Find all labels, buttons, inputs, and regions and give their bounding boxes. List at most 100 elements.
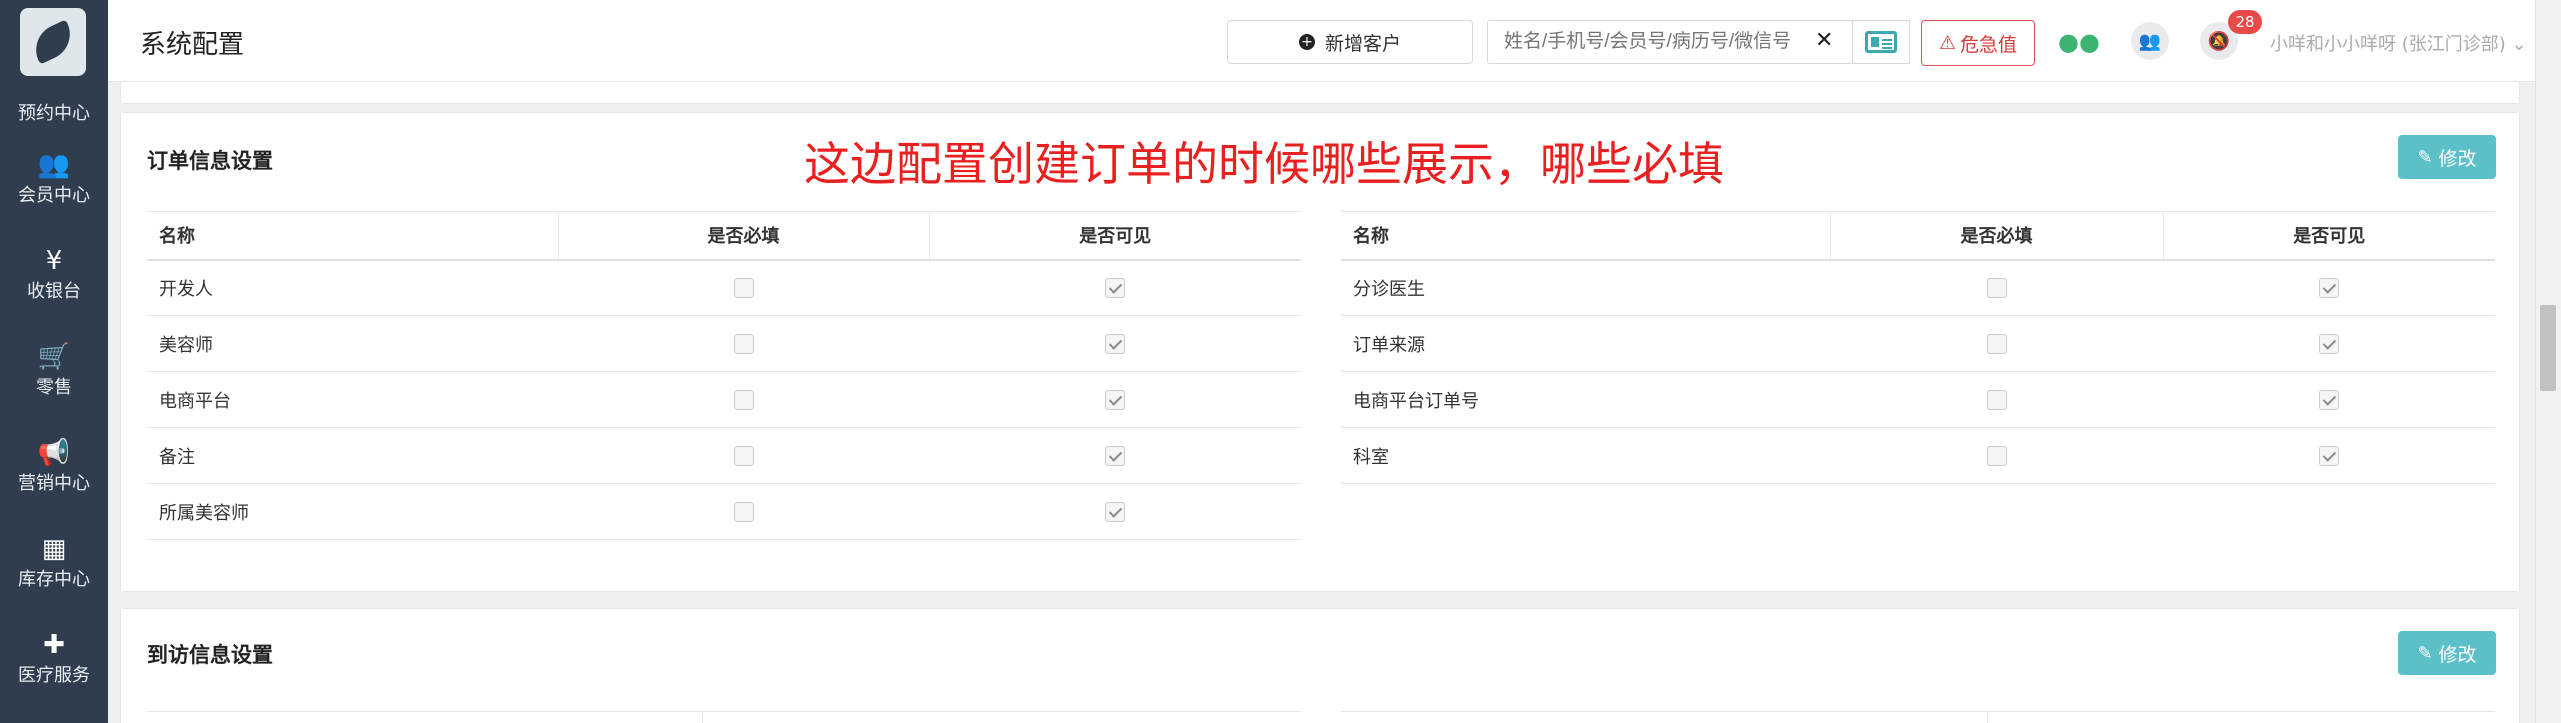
field-name: 备注 [147,427,558,484]
column-header-name: 名称 [147,211,559,261]
visible-checkbox[interactable] [1105,446,1125,466]
sidebar-item-label: 库存中心 [18,569,90,590]
search-input[interactable] [1488,21,1848,63]
customer-search-box [1487,20,1853,64]
visible-cell [929,259,1301,316]
column-header-name: 名称 [1341,211,1831,261]
visible-cell [2163,259,2495,316]
id-card-reader-button[interactable] [1852,20,1910,64]
visible-cell [929,483,1301,540]
visible-cell [929,427,1301,484]
plus-circle-icon: + [1298,34,1315,50]
required-checkbox[interactable] [733,446,754,466]
visible-checkbox[interactable] [2319,278,2339,299]
column-header-visible: 是否可见 [2163,211,2495,261]
field-name: 电商平台订单号 [1341,371,1830,428]
users-icon: 👥 [37,150,71,180]
required-cell [1830,427,2163,484]
critical-value-button[interactable]: ⚠ 危急值 [1921,20,2035,66]
column-header-visible: 是否可见 [929,211,1301,261]
field-name: 开发人 [147,259,558,316]
sidebar-item-label: 会员中心 [18,185,90,206]
table-row: 订单来源 [1341,315,2495,372]
required-cell [558,315,929,372]
id-card-icon [1865,31,1897,53]
required-checkbox[interactable] [1986,334,2007,354]
page-title: 系统配置 [140,30,245,60]
field-name: 订单来源 [1341,315,1830,372]
user-name: 小咩和小小咩呀 (张江门诊部) [2270,34,2506,55]
table-row: 美容师 [147,315,1301,372]
app-logo[interactable] [20,8,86,76]
visible-checkbox[interactable] [1105,334,1125,354]
order-fields-table-left: 名称 是否必填 是否可见 开发人 美容师 电商平台 备注 所属美容师 [147,211,1301,540]
order-settings-edit-button[interactable]: ✎ 修改 [2398,135,2496,179]
sidebar-item-1[interactable]: ¥ 收银台 [0,246,108,304]
required-cell [1830,315,2163,372]
visible-checkbox[interactable] [2319,446,2339,466]
required-cell [1830,259,2163,316]
page-scrollbar-thumb[interactable] [2540,305,2556,391]
sidebar-item-0[interactable]: 👥 会员中心 [0,150,108,208]
order-fields-table-right: 名称 是否必填 是否可见 分诊医生 订单来源 电商平台订单号 科室 [1341,211,2495,484]
sidebar-item-2[interactable]: 🛒 零售 [0,342,108,400]
visible-checkbox[interactable] [1105,502,1125,522]
visible-cell [2163,427,2495,484]
sidebar-item-3[interactable]: 📢 营销中心 [0,438,108,496]
visit-settings-edit-button[interactable]: ✎ 修改 [2398,631,2496,675]
critical-value-label: 危急值 [1960,33,2018,56]
sidebar-item-5[interactable]: ✚ 医疗服务 [0,630,108,688]
required-cell [558,427,929,484]
leaf-logo-icon [27,19,79,65]
user-menu[interactable]: 小咩和小小咩呀 (张江门诊部) ⌄ [2270,30,2527,56]
order-settings-title: 订单信息设置 [147,149,273,173]
field-name: 科室 [1341,427,1830,484]
visible-cell [2163,371,2495,428]
edit-icon: ✎ [2417,642,2433,664]
table-row: 开发人 [147,259,1301,316]
medkit-icon: ✚ [43,630,65,660]
visible-checkbox[interactable] [1105,278,1125,299]
edit-label: 修改 [2438,643,2477,666]
visit-table-left-header [147,711,1301,723]
visible-cell [929,371,1301,428]
visible-checkbox[interactable] [2319,390,2339,410]
visit-settings-card: 到访信息设置 ✎ 修改 [120,608,2520,723]
visit-table-right-header [1341,711,2495,723]
clear-icon[interactable]: ✕ [1815,28,1833,53]
sidebar-item-4[interactable]: ▦ 库存中心 [0,534,108,592]
field-name: 电商平台 [147,371,558,428]
sidebar-item-label: 医疗服务 [18,665,90,686]
field-name: 所属美容师 [147,483,558,540]
required-checkbox[interactable] [1986,446,2007,466]
edit-icon: ✎ [2417,146,2433,168]
add-customer-button[interactable]: + 新增客户 [1227,20,1473,64]
annotation-text: 这边配置创建订单的时候哪些展示，哪些必填 [804,137,1724,191]
required-checkbox[interactable] [733,278,754,299]
visible-cell [929,315,1301,372]
field-name: 分诊医生 [1341,259,1830,316]
visible-checkbox[interactable] [2319,334,2339,354]
required-cell [1830,371,2163,428]
column-header-required: 是否必填 [1830,211,2164,261]
visit-settings-title: 到访信息设置 [147,643,273,667]
cart-icon: 🛒 [37,342,71,372]
required-checkbox[interactable] [1986,390,2007,410]
sidebar-item-appointment-label[interactable]: 预约中心 [0,99,108,125]
required-checkbox[interactable] [733,390,754,410]
wechat-icon[interactable]: ●● [2058,28,2100,56]
edit-label: 修改 [2438,147,2477,170]
required-checkbox[interactable] [733,502,754,522]
required-checkbox[interactable] [733,334,754,354]
sidebar: 预约中心 👥 会员中心 ¥ 收银台 🛒 零售 📢 营销中心 ▦ 库存中心 ✚ 医疗服务 [0,0,108,723]
grid-icon: ▦ [41,534,67,564]
field-name: 美容师 [147,315,558,372]
table-row: 科室 [1341,427,2495,484]
required-checkbox[interactable] [1986,278,2007,299]
group-users-icon[interactable]: 👥 [2131,22,2169,60]
column-header-required: 是否必填 [558,211,930,261]
table-row: 所属美容师 [147,483,1301,540]
visible-checkbox[interactable] [1105,390,1125,410]
chevron-down-icon: ⌄ [2511,34,2527,55]
notification-badge: 28 [2228,10,2262,34]
